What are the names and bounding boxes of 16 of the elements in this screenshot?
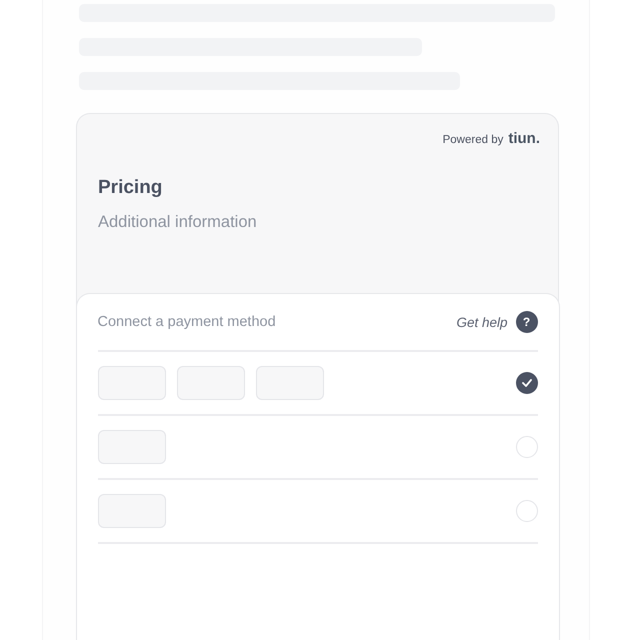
card-subtitle: Additional information [98,213,258,232]
radio-button[interactable] [516,500,538,522]
logo-placeholder [256,366,324,400]
help-link[interactable]: Get help [456,314,508,330]
logo-placeholder [98,494,166,528]
radio-button[interactable] [516,436,538,458]
check-icon [522,379,532,387]
logo-placeholder [98,366,166,400]
brand-logo-text: tiun. [508,130,540,147]
card-title: Pricing [98,177,164,199]
powered-by-text: Powered by [442,134,504,146]
payment-heading: Connect a payment method [98,314,276,330]
help-icon[interactable]: ? [516,311,538,333]
logo-placeholder [98,430,166,464]
logo-placeholder [176,366,244,400]
radio-button[interactable] [516,372,538,394]
